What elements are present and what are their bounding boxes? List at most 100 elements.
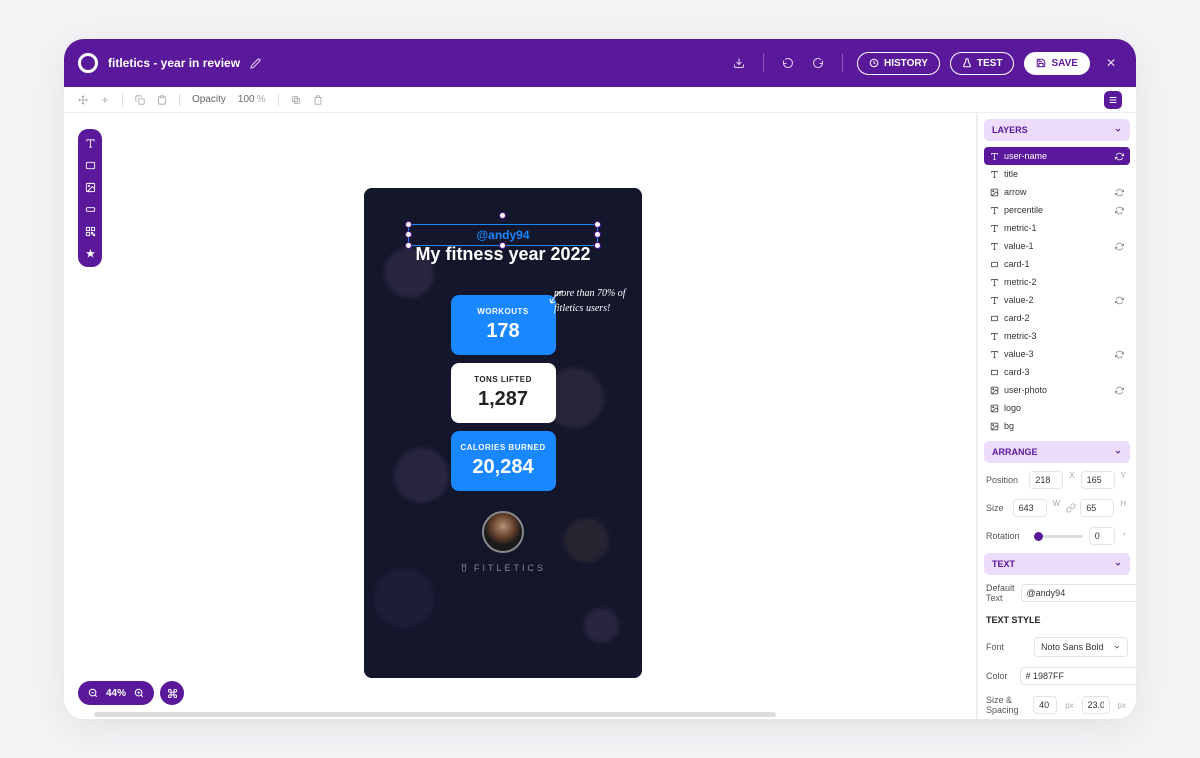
position-row: Position X Y (984, 469, 1130, 491)
layer-name: user-name (1004, 151, 1047, 161)
layers-section-header[interactable]: LAYERS (984, 119, 1130, 141)
star-tool-icon[interactable] (84, 247, 96, 259)
zoom-pill[interactable]: 44% (78, 681, 154, 705)
horizontal-scrollbar[interactable] (94, 712, 776, 717)
test-button[interactable]: TEST (950, 52, 1015, 75)
main: @andy94 My fitness year 2022 WORKOUTS 17… (64, 113, 1136, 719)
workout-card[interactable]: WORKOUTS 178 (451, 295, 556, 355)
save-label: SAVE (1051, 58, 1078, 69)
calories-card[interactable]: CALORIES BURNED 20,284 (451, 431, 556, 491)
position-y-input[interactable] (1081, 471, 1115, 489)
color-input[interactable] (1020, 667, 1136, 685)
zoom-out-icon[interactable] (88, 688, 98, 698)
size-h-input[interactable] (1080, 499, 1114, 517)
layer-row[interactable]: card-2 (984, 309, 1130, 327)
brand-text: FITLETICS (474, 563, 546, 573)
layer-row[interactable]: card-1 (984, 255, 1130, 273)
delete-icon[interactable] (313, 95, 323, 105)
layer-row[interactable]: logo (984, 399, 1130, 417)
opacity-unit: % (257, 94, 266, 105)
move-icon[interactable] (78, 95, 88, 105)
arrange-section-header[interactable]: ARRANGE (984, 441, 1130, 463)
add-icon[interactable] (100, 95, 110, 105)
layers-title: LAYERS (992, 125, 1028, 135)
tons-label: TONS LIFTED (451, 375, 556, 384)
username-text[interactable]: @andy94 (476, 228, 529, 242)
layer-row[interactable]: metric-2 (984, 273, 1130, 291)
brand-logo[interactable]: FITLETICS (460, 563, 546, 573)
text-section-header[interactable]: TEXT (984, 553, 1130, 575)
edit-title-icon[interactable] (250, 58, 261, 69)
rotation-row: Rotation ° (984, 525, 1130, 547)
link-icon[interactable] (1066, 499, 1076, 517)
layer-name: logo (1004, 403, 1021, 413)
layer-name: metric-3 (1004, 331, 1037, 341)
layer-row[interactable]: value-3 (984, 345, 1130, 363)
qr-tool-icon[interactable] (84, 225, 96, 237)
layer-row[interactable]: arrow (984, 183, 1130, 201)
zoom-in-icon[interactable] (134, 688, 144, 698)
layer-name: title (1004, 169, 1018, 179)
layer-name: metric-1 (1004, 223, 1037, 233)
layer-row[interactable]: metric-1 (984, 219, 1130, 237)
opacity-value[interactable]: 100 (238, 94, 255, 105)
size-w-input[interactable] (1013, 499, 1047, 517)
tons-card[interactable]: TONS LIFTED 1,287 (451, 363, 556, 423)
design-canvas[interactable]: @andy94 My fitness year 2022 WORKOUTS 17… (364, 188, 642, 678)
chevron-down-icon (1114, 126, 1122, 134)
avatar[interactable] (482, 511, 524, 553)
default-text-input[interactable] (1021, 584, 1136, 602)
rotation-input[interactable] (1089, 527, 1115, 545)
layer-name: bg (1004, 421, 1014, 431)
layer-row[interactable]: value-2 (984, 291, 1130, 309)
properties-panel: LAYERS user-name title arrow percentile metr… (976, 113, 1136, 719)
paste-icon[interactable] (157, 95, 167, 105)
canvas[interactable]: @andy94 My fitness year 2022 WORKOUTS 17… (64, 113, 976, 719)
default-text-row: Default Text (984, 581, 1130, 605)
save-button[interactable]: SAVE (1024, 52, 1090, 75)
layer-row[interactable]: metric-3 (984, 327, 1130, 345)
redo-icon[interactable] (808, 53, 828, 73)
line-spacing-input[interactable] (1082, 696, 1110, 714)
font-select[interactable]: Noto Sans Bold (1034, 637, 1128, 657)
layer-name: card-1 (1004, 259, 1030, 269)
position-label: Position (986, 475, 1023, 485)
font-label: Font (986, 642, 1028, 652)
download-icon[interactable] (729, 53, 749, 73)
copy-icon[interactable] (135, 95, 145, 105)
button-tool-icon[interactable] (84, 203, 96, 215)
rotation-slider[interactable] (1034, 535, 1083, 538)
canvas-content: @andy94 My fitness year 2022 WORKOUTS 17… (364, 188, 642, 678)
app-window: fitletics - year in review HISTORY TEST … (64, 39, 1136, 719)
text-style-header: TEXT STYLE (984, 611, 1130, 629)
rect-tool-icon[interactable] (84, 159, 96, 171)
annotation-text[interactable]: more than 70% of fitletics users! (554, 286, 632, 316)
title-text[interactable]: My fitness year 2022 (415, 244, 590, 265)
close-icon[interactable]: ✕ (1100, 52, 1122, 74)
layer-name: arrow (1004, 187, 1027, 197)
layer-row[interactable]: title (984, 165, 1130, 183)
workout-value: 178 (451, 320, 556, 343)
history-button[interactable]: HISTORY (857, 52, 940, 75)
panel-toggle-icon[interactable] (1104, 91, 1122, 109)
image-tool-icon[interactable] (84, 181, 96, 193)
calories-value: 20,284 (451, 456, 556, 479)
font-size-input[interactable] (1033, 696, 1057, 714)
layers-list: user-name title arrow percentile metric-1 val… (984, 147, 1130, 435)
layer-row[interactable]: user-name (984, 147, 1130, 165)
calories-label: CALORIES BURNED (451, 443, 556, 452)
duplicate-icon[interactable] (291, 95, 301, 105)
shortcuts-button[interactable] (160, 681, 184, 705)
text-tool-icon[interactable] (84, 137, 96, 149)
font-row: Font Noto Sans Bold (984, 635, 1130, 659)
position-x-input[interactable] (1029, 471, 1063, 489)
layer-row[interactable]: user-photo (984, 381, 1130, 399)
layer-row[interactable]: value-1 (984, 237, 1130, 255)
layer-row[interactable]: card-3 (984, 363, 1130, 381)
layer-row[interactable]: bg (984, 417, 1130, 435)
size-label: Size (986, 503, 1007, 513)
undo-icon[interactable] (778, 53, 798, 73)
text-title: TEXT (992, 559, 1015, 569)
layer-row[interactable]: percentile (984, 201, 1130, 219)
chevron-down-icon (1114, 448, 1122, 456)
